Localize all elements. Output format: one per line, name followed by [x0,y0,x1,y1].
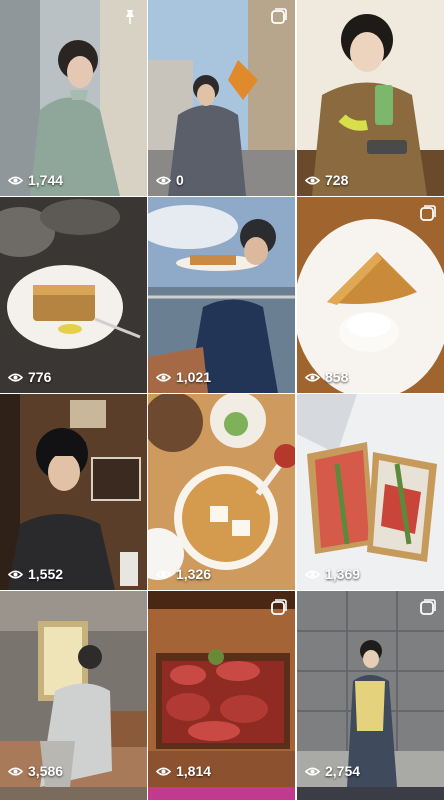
post-thumbnail [297,197,444,393]
post-thumbnail [297,0,444,196]
post-thumbnail [0,0,147,196]
post-thumbnail [0,394,147,590]
eye-icon [8,569,23,579]
post-tile-4[interactable]: 776 [0,197,147,393]
post-tile-10[interactable]: 3,586 [0,591,147,787]
view-count: 1,552 [8,566,63,582]
eye-icon [8,175,23,185]
view-count-label: 2,754 [325,763,361,779]
pin-icon [126,10,134,24]
eye-icon [305,766,320,776]
post-tile-14-preview[interactable] [148,787,295,800]
carousel-icon [420,599,436,615]
view-count: 728 [305,172,348,188]
post-tile-7[interactable]: 1,552 [0,394,147,590]
post-tile-8[interactable]: 1,326 [148,394,295,590]
view-count: 1,369 [305,566,360,582]
eye-icon [8,372,23,382]
post-thumbnail [0,591,147,787]
carousel-icon [271,8,287,24]
view-count-label: 1,744 [28,172,64,188]
view-count: 858 [305,369,348,385]
eye-icon [305,372,320,382]
post-tile-5[interactable]: 1,021 [148,197,295,393]
eye-icon [305,569,320,579]
view-count: 2,754 [305,763,360,779]
post-thumbnail [297,394,444,590]
post-thumbnail [148,0,295,196]
carousel-icon [271,599,287,615]
eye-icon [8,766,23,776]
post-tile-6[interactable]: 858 [297,197,444,393]
view-count: 3,586 [8,763,63,779]
eye-icon [156,766,171,776]
view-count: 1,744 [8,172,63,188]
view-count-label: 858 [325,369,349,385]
post-thumbnail [148,394,295,590]
view-count-label: 776 [28,369,52,385]
post-tile-15-preview[interactable] [297,787,444,800]
next-row-preview [0,787,444,800]
post-tile-11[interactable]: 1,814 [148,591,295,787]
view-count-label: 1,369 [325,566,361,582]
eye-icon [305,175,320,185]
post-thumbnail [148,591,295,787]
carousel-icon [420,205,436,221]
post-tile-3[interactable]: 728 [297,0,444,196]
profile-post-grid: 1,744 0 728 776 1,021 858 1,552 1,326 1,… [0,0,444,800]
view-count-label: 1,814 [176,763,212,779]
view-count-label: 1,326 [176,566,212,582]
post-thumbnail [297,591,444,787]
view-count-label: 0 [176,172,184,188]
view-count: 1,814 [156,763,211,779]
post-tile-1[interactable]: 1,744 [0,0,147,196]
view-count-label: 1,552 [28,566,64,582]
post-tile-13-preview[interactable] [0,787,147,800]
view-count: 1,021 [156,369,211,385]
post-tile-9[interactable]: 1,369 [297,394,444,590]
view-count: 1,326 [156,566,211,582]
post-thumbnail [0,197,147,393]
eye-icon [156,569,171,579]
post-tile-2[interactable]: 0 [148,0,295,196]
view-count-label: 1,021 [176,369,212,385]
view-count: 776 [8,369,51,385]
post-tile-12[interactable]: 2,754 [297,591,444,787]
eye-icon [156,175,171,185]
eye-icon [156,372,171,382]
view-count-label: 3,586 [28,763,64,779]
view-count-label: 728 [325,172,349,188]
post-thumbnail [148,197,295,393]
view-count: 0 [156,172,184,188]
